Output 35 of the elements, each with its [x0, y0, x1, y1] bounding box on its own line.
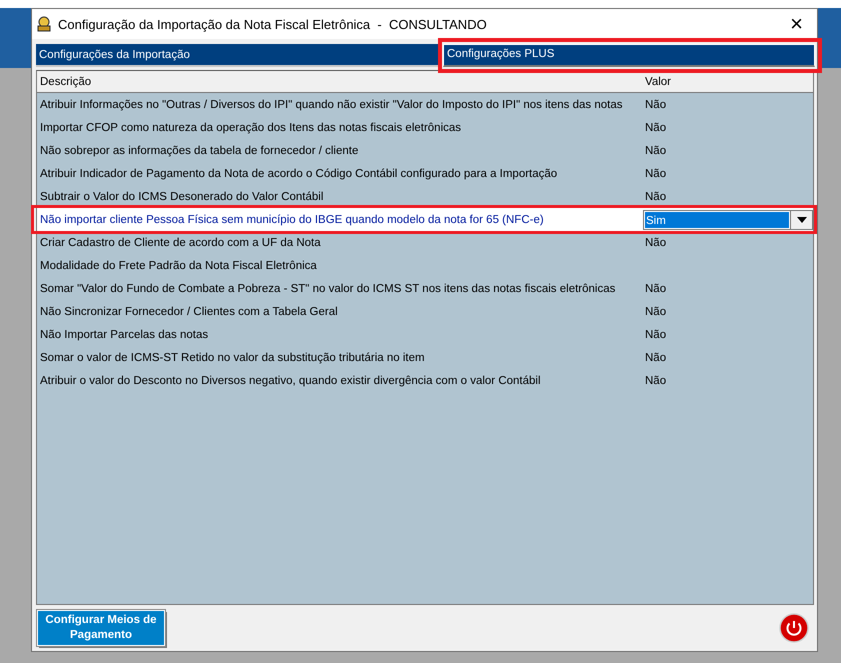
table-cell: Não: [645, 306, 666, 318]
power-button[interactable]: [779, 613, 809, 643]
table-cell-text: Atribuir o valor do Desconto no Diversos negativo, quando existir divergência com o valor Contábil: [39, 374, 542, 386]
table-cell: Não: [645, 190, 666, 202]
table-cell-text: Modalidade do Frete Padrão da Nota Fiscal Eletrônica: [39, 260, 318, 272]
table-cell-text: Subtrair o Valor do ICMS Desonerado do Valor Contábil: [39, 190, 324, 202]
window-title: Configuração da Importação da Nota Fiscal Eletrônica - CONSULTANDO: [58, 16, 488, 32]
tab[interactable]: Configurações PLUS: [443, 44, 815, 67]
column-header: Valor: [644, 76, 672, 88]
table-cell: Não: [645, 122, 666, 134]
table-cell: Não: [645, 144, 666, 156]
app-logo-icon: [36, 16, 52, 32]
table-cell: Não: [645, 98, 666, 110]
table-cell-text: Criar Cadastro de Cliente de acordo com a UF da Nota: [39, 236, 322, 248]
table-cell: Não: [645, 282, 666, 294]
dropdown-arrow-icon: [796, 216, 806, 222]
configure-payment-button[interactable]: Configurar Meios de Pagamento: [37, 610, 165, 646]
table-cell-text: Importar CFOP como natureza da operação dos Itens das notas fiscais eletrônicas: [39, 122, 462, 134]
table-cell-text: Atribuir Indicador de Pagamento da Nota de acordo o Código Contábil configurado para a Importação: [39, 168, 558, 180]
table-cell-text: Não sobrepor as informações da tabela de fornecedor / cliente: [39, 144, 360, 156]
table-cell: Não: [645, 352, 666, 364]
table-cell-text: Somar "Valor do Fundo de Combate a Pobreza - ST" no valor do ICMS ST nos itens das notas fiscais eletrônicas: [39, 282, 616, 294]
table-cell-text: Não importar cliente Pessoa Física sem município do IBGE quando modelo da nota for 65 (NFC-e): [39, 214, 545, 226]
tab[interactable]: Configurações da Importação: [36, 44, 440, 67]
table-cell-text: Não Importar Parcelas das notas: [39, 328, 210, 340]
value-dropdown[interactable]: Sim: [643, 210, 813, 230]
table-cell: Não: [645, 328, 666, 340]
table-cell: Não: [645, 168, 666, 180]
close-button[interactable]: ×: [780, 13, 813, 35]
table-cell-text: Somar o valor de ICMS-ST Retido no valor da substitução tributária no item: [39, 352, 426, 364]
table-cell-text: Não Sincronizar Fornecedor / Clientes com a Tabela Geral: [39, 306, 339, 318]
table-cell: Não: [645, 236, 666, 248]
table-cell-text: Atribuir Informações no "Outras / Diversos do IPI" quando não existir "Valor do Imposto do IPI" nos itens das notas: [39, 98, 624, 110]
column-header: Descrição: [39, 76, 92, 88]
table-cell: Não: [645, 374, 666, 386]
